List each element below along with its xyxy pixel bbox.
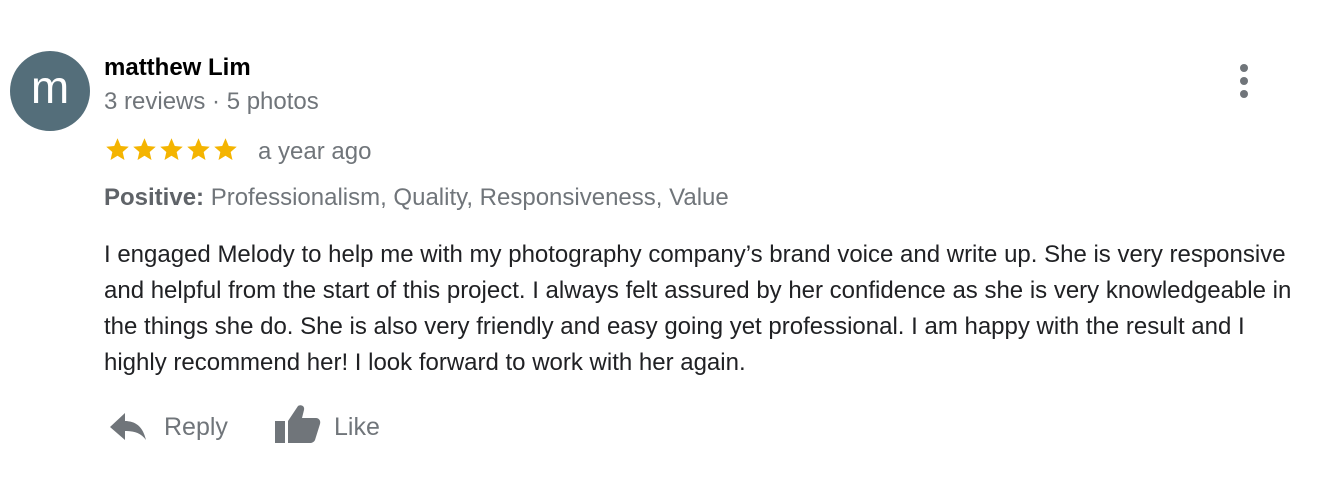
avatar[interactable]: m bbox=[10, 51, 90, 131]
review-card: m matthew Lim 3 reviews · 5 photos a yea… bbox=[0, 0, 1320, 480]
review-text: I engaged Melody to help me with my phot… bbox=[104, 241, 1292, 376]
star-icon bbox=[187, 138, 210, 160]
star-icon bbox=[106, 138, 129, 160]
reply-label: Reply bbox=[164, 413, 228, 441]
reply-button[interactable]: Reply bbox=[106, 400, 246, 454]
more-options-button[interactable] bbox=[1228, 62, 1260, 100]
reviewer-name[interactable]: matthew Lim bbox=[104, 54, 251, 82]
star-icon bbox=[214, 138, 237, 160]
star-icon bbox=[160, 138, 183, 160]
thumbs-up-icon bbox=[275, 405, 321, 443]
star-icon bbox=[133, 138, 156, 160]
reply-arrow-icon bbox=[110, 413, 146, 440]
reviewer-meta: 3 reviews · 5 photos bbox=[104, 88, 319, 115]
star-rating bbox=[104, 136, 244, 164]
more-vert-icon bbox=[1240, 64, 1248, 72]
positive-attributes: Positive: Professionalism, Quality, Resp… bbox=[104, 184, 729, 212]
like-label: Like bbox=[334, 413, 380, 441]
more-vert-icon bbox=[1240, 77, 1248, 85]
more-vert-icon bbox=[1240, 90, 1248, 98]
positive-label: Positive: bbox=[104, 184, 205, 211]
review-time: a year ago bbox=[258, 138, 372, 165]
like-button[interactable]: Like bbox=[272, 400, 402, 454]
positive-values: Professionalism, Quality, Responsiveness… bbox=[210, 184, 729, 211]
